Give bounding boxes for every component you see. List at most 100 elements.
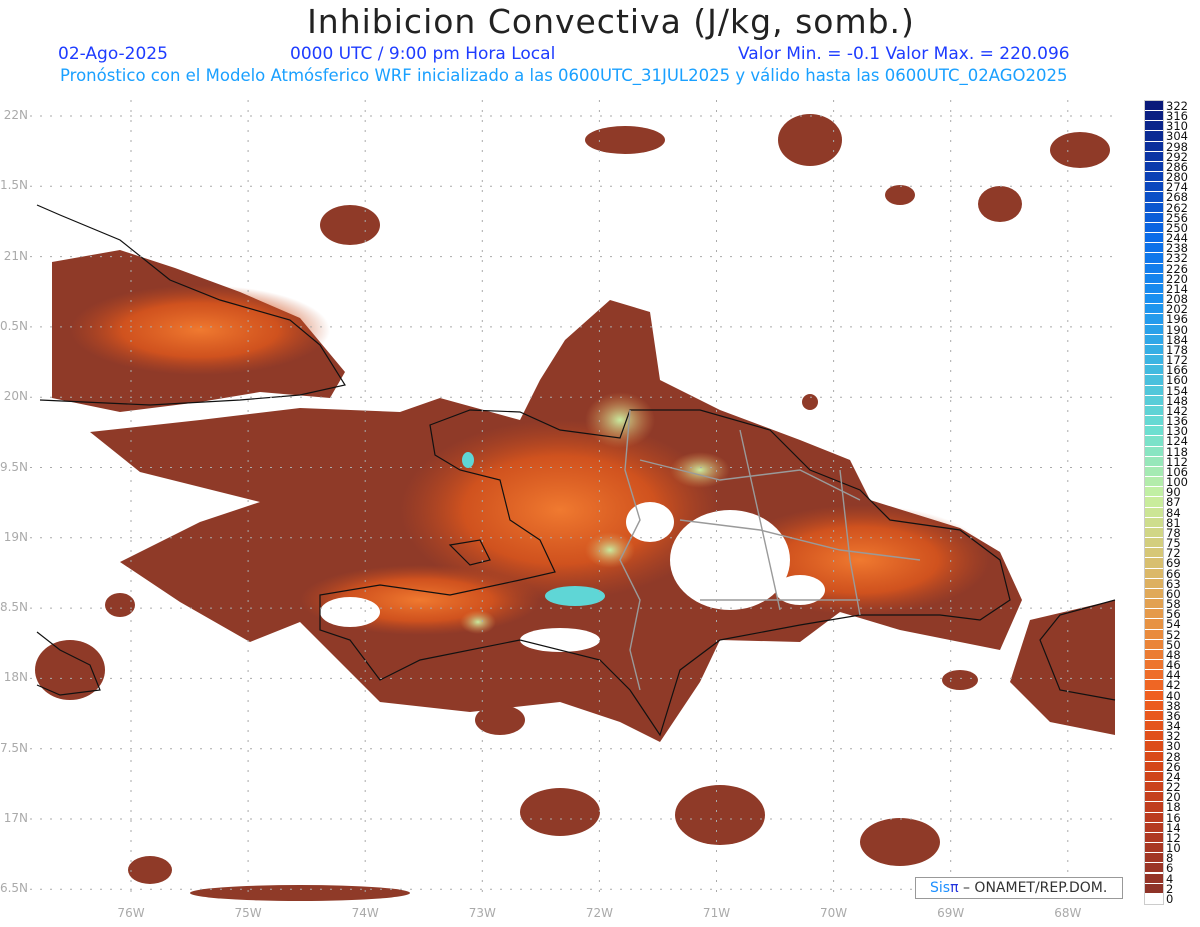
- lat-label: 17N: [3, 811, 28, 825]
- colorbar-swatch: [1145, 497, 1163, 508]
- colorbar-swatch: [1145, 670, 1163, 681]
- colorbar-swatch: [1145, 649, 1163, 661]
- lat-label: 9.5N: [0, 459, 28, 474]
- colorbar-swatch: [1145, 538, 1163, 549]
- colorbar-swatch: [1145, 853, 1163, 864]
- colorbar-swatch: [1145, 680, 1163, 691]
- colorbar-swatch: [1145, 202, 1163, 213]
- colorbar-swatch: [1145, 812, 1163, 823]
- colorbar-swatch: [1145, 619, 1163, 630]
- colorbar-swatch: [1145, 334, 1163, 345]
- colorbar-swatch: [1145, 782, 1163, 793]
- colorbar-swatch: [1145, 599, 1163, 610]
- colorbar-swatch: [1145, 527, 1163, 539]
- colorbar-swatch: [1145, 416, 1163, 427]
- lon-label: 70W: [820, 906, 848, 920]
- lat-label: 22N: [3, 108, 28, 122]
- colorbar-swatch: [1145, 121, 1163, 132]
- colorbar-swatch: [1145, 324, 1163, 335]
- colorbar-swatch: [1145, 304, 1163, 315]
- colorbar-swatch: [1145, 863, 1163, 874]
- colorbar-swatch: [1145, 588, 1163, 600]
- lon-label: 73W: [468, 906, 496, 920]
- colorbar-swatch: [1145, 690, 1163, 701]
- colorbar-swatch: [1145, 161, 1163, 173]
- colorbar-swatch: [1145, 771, 1163, 783]
- colorbar: [1144, 100, 1164, 905]
- lon-label: 76W: [117, 906, 145, 920]
- colorbar-swatch: [1145, 893, 1163, 904]
- lon-label: 71W: [702, 906, 731, 920]
- colorbar-swatch: [1145, 395, 1163, 406]
- colorbar-swatch: [1145, 365, 1163, 376]
- colorbar-swatch: [1145, 832, 1163, 843]
- lon-label: 68W: [1054, 906, 1082, 920]
- colorbar-swatch: [1145, 751, 1163, 762]
- colorbar-swatch: [1145, 385, 1163, 396]
- colorbar-swatch: [1145, 294, 1163, 305]
- credit-box: Sisπ – ONAMET/REP.DOM.: [915, 877, 1123, 899]
- colorbar-swatch: [1145, 111, 1163, 122]
- colorbar-swatch: [1145, 446, 1163, 457]
- lon-label: 72W: [585, 906, 613, 920]
- colorbar-swatch: [1145, 639, 1163, 650]
- lat-label: 6.5N: [0, 881, 28, 896]
- lat-label: 21N: [3, 248, 28, 263]
- colorbar-swatch: [1145, 558, 1163, 569]
- lat-label: 8.5N: [0, 600, 28, 615]
- colorbar-swatch: [1145, 873, 1163, 884]
- colorbar-swatch: [1145, 314, 1163, 325]
- colorbar-swatch: [1145, 660, 1163, 671]
- colorbar-swatch: [1145, 426, 1163, 437]
- colorbar-swatch: [1145, 568, 1163, 579]
- colorbar-swatch: [1145, 131, 1163, 142]
- colorbar-swatch: [1145, 405, 1163, 417]
- colorbar-swatch: [1145, 822, 1163, 833]
- colorbar-swatch: [1145, 507, 1163, 518]
- colorbar-swatch: [1145, 344, 1163, 356]
- colorbar-swatch: [1145, 141, 1163, 152]
- colorbar-swatch: [1145, 182, 1163, 193]
- lat-label: 1.5N: [0, 178, 28, 193]
- lat-label: 18N: [3, 670, 28, 685]
- colorbar-swatch: [1145, 456, 1163, 467]
- colorbar-swatch: [1145, 243, 1163, 254]
- colorbar-swatch: [1145, 101, 1163, 112]
- puerto-rico-field: [1010, 600, 1115, 735]
- map-canvas: [30, 100, 1120, 901]
- colorbar-swatch: [1145, 477, 1163, 488]
- colorbar-swatch: [1145, 233, 1163, 244]
- colorbar-swatch: [1145, 700, 1163, 711]
- colorbar-swatch: [1145, 548, 1163, 559]
- colorbar-swatch: [1145, 222, 1163, 234]
- colorbar-swatch: [1145, 192, 1163, 203]
- colorbar-swatch: [1145, 792, 1163, 803]
- colorbar-swatch: [1145, 710, 1163, 722]
- colorbar-swatch: [1145, 883, 1163, 894]
- colorbar-swatch: [1145, 273, 1163, 284]
- colorbar-swatch: [1145, 355, 1163, 366]
- colorbar-swatch: [1145, 517, 1163, 528]
- colorbar-label: 0: [1166, 891, 1174, 906]
- credit-org: – ONAMET/REP.DOM.: [962, 880, 1108, 896]
- colorbar-swatch: [1145, 212, 1163, 223]
- colorbar-swatch: [1145, 283, 1163, 295]
- lon-label: 69W: [937, 906, 965, 920]
- lon-label: 74W: [351, 906, 379, 920]
- colorbar-swatch: [1145, 375, 1163, 386]
- colorbar-swatch: [1145, 436, 1163, 447]
- colorbar-swatch: [1145, 151, 1163, 162]
- colorbar-swatch: [1145, 172, 1163, 183]
- lat-label: 20N: [3, 389, 28, 404]
- colorbar-swatch: [1145, 731, 1163, 742]
- colorbar-swatch: [1145, 609, 1163, 620]
- colorbar-swatch: [1145, 721, 1163, 732]
- colorbar-swatch: [1145, 629, 1163, 640]
- colorbar-swatch: [1145, 802, 1163, 813]
- colorbar-swatch: [1145, 263, 1163, 274]
- colorbar-swatch: [1145, 578, 1163, 589]
- lat-label: 0.5N: [0, 318, 28, 333]
- credit-sis: Sis: [930, 880, 951, 896]
- colorbar-swatch: [1145, 761, 1163, 772]
- colorbar-swatch: [1145, 487, 1163, 498]
